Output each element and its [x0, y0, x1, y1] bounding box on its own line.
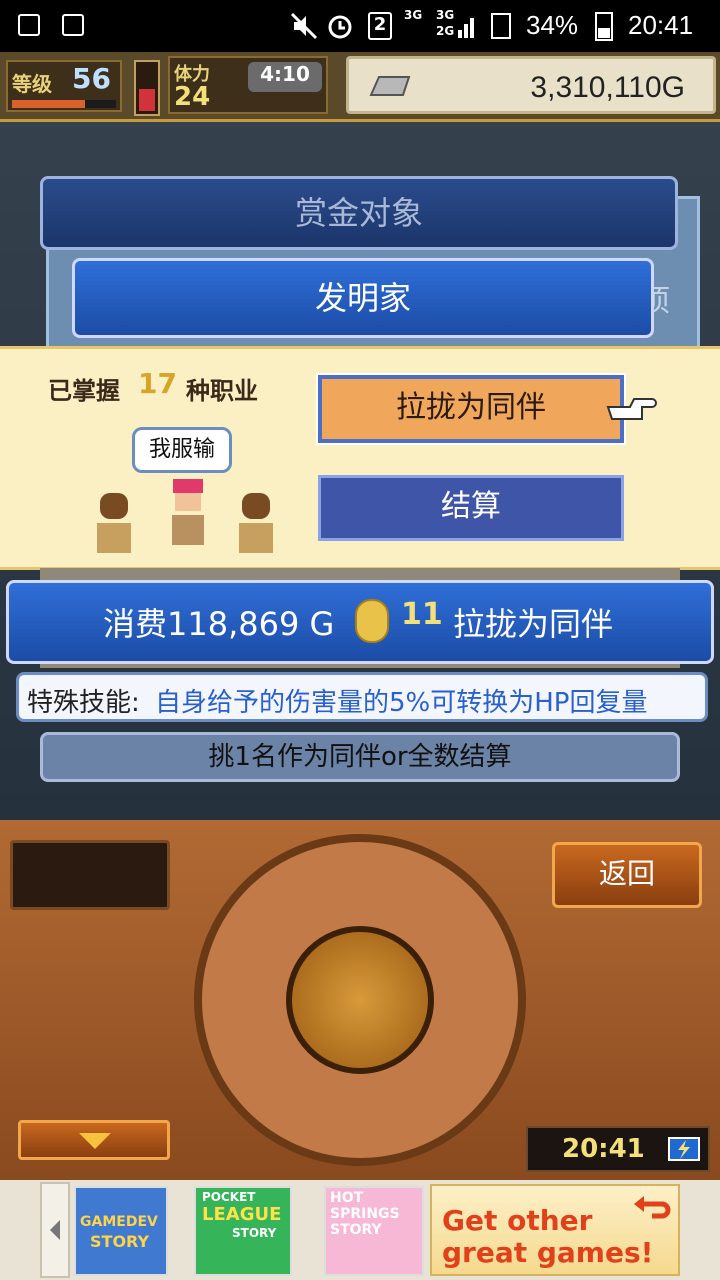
- coin-cost: 11: [401, 597, 443, 632]
- ad-game3-line1: HOT: [330, 1190, 364, 1206]
- clock-display: 20:41: [526, 1126, 710, 1172]
- chevron-left-icon: [50, 1220, 60, 1240]
- clock: 20:41: [628, 10, 694, 40]
- dpad-left[interactable]: [204, 940, 274, 1060]
- control-panel: 返回 20:41: [0, 820, 720, 1180]
- settle-button[interactable]: 结算: [318, 475, 624, 541]
- hint-text: 挑1名作为同伴or全数结算: [40, 732, 680, 782]
- ad-prev-arrow[interactable]: [40, 1182, 70, 1278]
- stamina-box: 体力 24 4:10: [168, 56, 328, 114]
- level-label: 等级: [12, 72, 52, 96]
- jobs-suffix: 种职业: [186, 377, 258, 405]
- character-right: [234, 493, 278, 555]
- speech-bubble: 我服输: [132, 427, 232, 473]
- network-label-2: 3G: [436, 8, 455, 22]
- battery-percent: 34%: [526, 10, 579, 40]
- ad-game1-line1: GAMEDEV: [80, 1214, 158, 1230]
- skill-description: 自身给予的伤害量的5%可转换为HP回复量: [155, 688, 648, 718]
- stamina-value: 24: [174, 82, 211, 112]
- gold-box: 3,310,110G: [346, 56, 716, 114]
- gold-coin-icon: [355, 599, 389, 643]
- recruit-panel: 已掌握 17 种职业 我服输 拉拢为同伴 结算: [0, 346, 720, 570]
- info-display: [10, 840, 170, 910]
- jobs-count: 17: [138, 367, 177, 400]
- mute-icon: [290, 12, 318, 40]
- bounty-title: 赏金对象: [40, 176, 678, 250]
- gallery-icon: [18, 14, 40, 36]
- status-bar: 2 3G 3G 2G 34% 20:41: [0, 0, 720, 52]
- task-icon: [62, 14, 84, 36]
- dpad-right[interactable]: [446, 940, 516, 1060]
- stamina-gauge: [134, 60, 160, 116]
- ad-promo-line2: great games!: [442, 1236, 654, 1269]
- cost-text: 消费118,869 G: [103, 605, 335, 643]
- network-label-3: 2G: [436, 24, 455, 38]
- special-skill-box: 特殊技能: 自身给予的伤害量的5%可转换为HP回复量: [16, 672, 708, 722]
- ad-game3-line3: STORY: [330, 1222, 382, 1238]
- level-box: 等级 56: [6, 60, 122, 112]
- recruit-cost-bar[interactable]: 消费118,869 G 11 拉拢为同伴: [6, 580, 714, 664]
- game-clock: 20:41: [562, 1134, 645, 1164]
- exp-bar: [12, 100, 116, 108]
- dpad-center-button[interactable]: [286, 926, 434, 1074]
- back-button[interactable]: 返回: [552, 842, 702, 908]
- stamina-timer: 4:10: [248, 62, 322, 92]
- ad-game2-line3: STORY: [232, 1226, 277, 1240]
- dpad-up[interactable]: [300, 844, 420, 914]
- pointer-hand-icon: [606, 398, 657, 420]
- gold-bar-icon: [369, 76, 411, 96]
- charging-icon: [668, 1137, 700, 1161]
- character-left: [92, 493, 136, 555]
- character-center: [166, 479, 210, 549]
- ad-banner[interactable]: GAMEDEV STORY POCKET LEAGUE STORY HOT SP…: [0, 1180, 720, 1280]
- sim-badge: 2: [368, 12, 392, 40]
- signal-icon: [458, 13, 511, 39]
- ad-promo-line1: Get other: [442, 1204, 593, 1237]
- battery-icon: [595, 12, 613, 41]
- cost-action: 拉拢为同伴: [453, 605, 614, 643]
- ad-game-hotsprings[interactable]: HOT SPRINGS STORY: [324, 1186, 424, 1276]
- ad-promo[interactable]: Get other great games!: [430, 1184, 680, 1276]
- triangle-down-icon: [79, 1133, 111, 1149]
- level-value: 56: [72, 62, 111, 95]
- jobs-prefix: 已掌握: [48, 377, 120, 405]
- bounty-target[interactable]: 发明家: [72, 258, 654, 338]
- ad-game-pocketleague[interactable]: POCKET LEAGUE STORY: [194, 1186, 292, 1276]
- ad-game2-line1: POCKET: [202, 1190, 256, 1204]
- ad-game1-line2: STORY: [90, 1232, 150, 1251]
- recruit-button[interactable]: 拉拢为同伴: [316, 373, 626, 445]
- scroll-down-button[interactable]: [18, 1120, 170, 1160]
- ad-game3-line2: SPRINGS: [330, 1206, 400, 1222]
- ad-game-gamedev[interactable]: GAMEDEV STORY: [74, 1186, 168, 1276]
- return-arrow-icon: [634, 1196, 671, 1219]
- network-label-1: 3G: [404, 8, 423, 22]
- ad-game2-line2: LEAGUE: [202, 1204, 282, 1225]
- skill-label: 特殊技能:: [27, 688, 140, 718]
- alarm-icon: [328, 15, 352, 39]
- dpad-down[interactable]: [300, 1088, 420, 1158]
- gold-amount: 3,310,110G: [530, 71, 685, 104]
